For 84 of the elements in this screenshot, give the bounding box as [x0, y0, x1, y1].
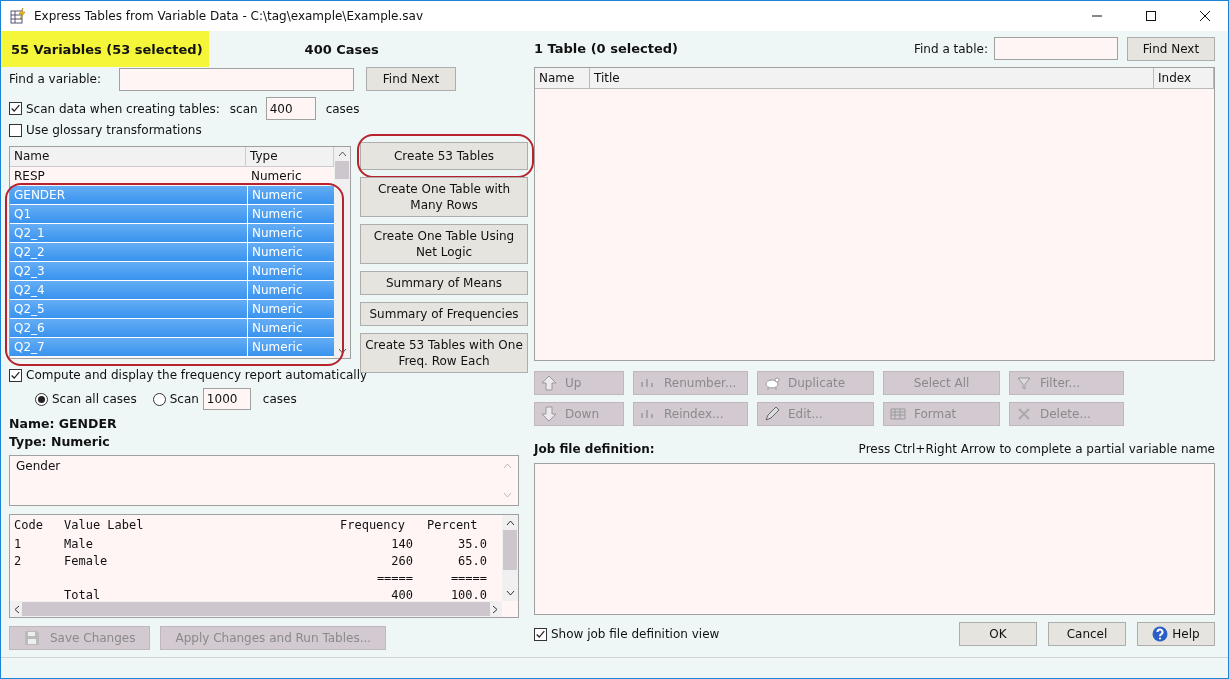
column-header[interactable]: Index: [1154, 68, 1214, 89]
column-header[interactable]: Name: [10, 147, 246, 166]
tables-count: 1 Table (0 selected): [534, 41, 678, 56]
column-header: Code: [13, 517, 44, 534]
table-cell-text: Male: [63, 536, 94, 553]
maximize-icon[interactable]: [1146, 11, 1156, 21]
table-cell-text: 260: [390, 553, 414, 570]
scroll-thumb[interactable]: [503, 530, 517, 570]
variable-type: Type: Numeric: [9, 434, 111, 449]
radio-label: Scan: [169, 392, 199, 406]
scroll-left-icon[interactable]: [14, 604, 20, 614]
scan-label: scan: [229, 101, 258, 116]
cases-label: cases: [325, 101, 360, 116]
scroll-thumb[interactable]: [335, 161, 349, 179]
create-button[interactable]: Summary of Means: [360, 271, 528, 295]
close-icon[interactable]: [1200, 11, 1210, 21]
scroll-up-icon[interactable]: [505, 520, 515, 526]
scroll-thumb[interactable]: [22, 602, 490, 616]
table-cell-text: 35.0: [457, 536, 488, 553]
window-title: Express Tables from Variable Data - C:\tag\example\Example.sav: [34, 9, 424, 23]
column-header: Value Label: [63, 517, 145, 534]
checkbox[interactable]: [534, 627, 547, 641]
column-header: Frequency: [339, 517, 407, 534]
find-table-label: Find a table:: [914, 41, 988, 56]
create-button[interactable]: Create One Table with Many Rows: [360, 177, 528, 217]
find-next-button[interactable]: Find Next: [366, 67, 456, 91]
help-icon: [1152, 626, 1169, 642]
table-cell-text: 140: [390, 536, 414, 553]
column-header[interactable]: Name: [535, 68, 590, 89]
app-icon: [10, 8, 26, 24]
animal-icon: [764, 375, 780, 391]
radio-button[interactable]: [152, 392, 166, 406]
job-file-label: Job file definition:: [534, 442, 655, 456]
create-button[interactable]: Summary of Frequencies: [360, 302, 528, 326]
down-arrow-icon: [541, 406, 557, 422]
column-header[interactable]: Title: [590, 68, 1154, 89]
table-cell-text: 2: [13, 553, 23, 570]
variable-name: Name: GENDER: [9, 416, 118, 431]
find-variable-field[interactable]: [119, 67, 354, 91]
table-cell-text: 1: [13, 536, 23, 553]
show-job-file-label: Show job file definition view: [551, 627, 720, 641]
checkbox[interactable]: [9, 123, 22, 137]
create-button[interactable]: Create One Table Using Net Logic: [360, 224, 528, 264]
dialog-button[interactable]: OK: [959, 622, 1037, 646]
table-cell-text: =====: [449, 570, 488, 587]
find-variable-label: Find a variable:: [9, 72, 103, 86]
scrollbar[interactable]: [334, 147, 350, 358]
scroll-up-icon[interactable]: [337, 151, 347, 157]
column-header: Percent: [426, 517, 479, 534]
grid-icon: [890, 406, 906, 422]
table-cell-text: 400: [390, 587, 414, 601]
find-table-field[interactable]: [994, 37, 1118, 60]
variables-count: 55 Variables (53 selected): [1, 31, 209, 67]
hint-text: Press Ctrl+Right Arrow to complete a partial variable name: [858, 442, 1215, 456]
cases-count: 400 Cases: [304, 41, 379, 57]
scrollbar[interactable]: [502, 515, 518, 601]
table-cell-text: =====: [375, 570, 414, 587]
find-next-button[interactable]: Find Next: [1127, 36, 1215, 61]
horizontal-scrollbar[interactable]: [10, 601, 502, 617]
glossary-label: Use glossary transformations: [26, 123, 202, 137]
table-cell-text: Female: [63, 553, 109, 570]
table-cell-text: 100.0: [449, 587, 488, 601]
scroll-right-icon[interactable]: [492, 604, 498, 614]
funnel-icon: [1016, 375, 1032, 391]
scan-count-field[interactable]: 400: [265, 97, 316, 120]
cases-label: cases: [262, 392, 297, 406]
table-cell-text: Total: [63, 587, 102, 601]
create-button[interactable]: Create 53 Tables with One Freq. Row Each: [360, 333, 528, 373]
checkbox[interactable]: [9, 368, 22, 382]
radio-label: Scan all cases: [52, 392, 137, 406]
dialog-button[interactable]: Cancel: [1048, 622, 1126, 646]
scan-data-label: Scan data when creating tables:: [26, 101, 220, 116]
pencil-icon: [764, 406, 780, 422]
radio-button[interactable]: [35, 392, 48, 406]
up-arrow-icon: [541, 375, 557, 391]
variable-row[interactable]: RESP Numeric: [10, 167, 334, 186]
table-cell-text: 65.0: [457, 553, 488, 570]
scan-count-field[interactable]: 1000: [202, 388, 251, 410]
scroll-down-icon[interactable]: [505, 590, 515, 596]
create-button[interactable]: Create 53 Tables: [360, 142, 528, 170]
checkbox[interactable]: [9, 102, 22, 115]
delete-icon: [1016, 406, 1032, 422]
dialog-button[interactable]: Help: [1137, 622, 1215, 646]
scroll-down-icon[interactable]: [337, 348, 347, 354]
